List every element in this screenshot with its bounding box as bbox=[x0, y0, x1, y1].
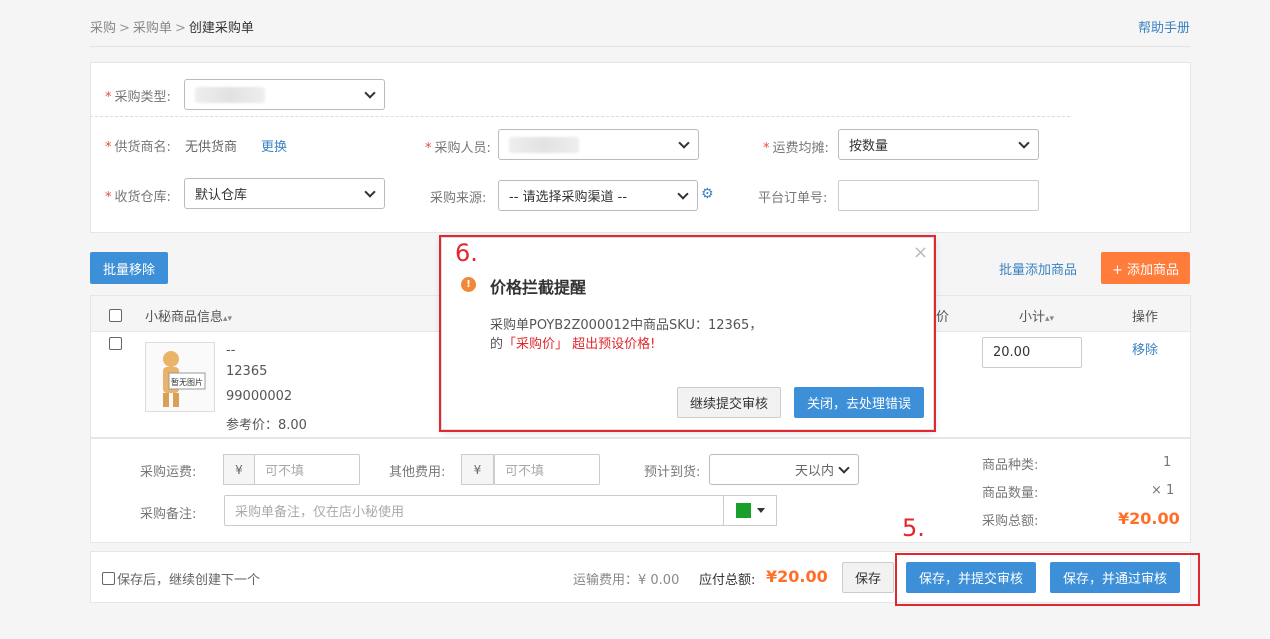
flag-color-picker[interactable] bbox=[723, 495, 777, 526]
batch-add-products-link[interactable]: 批量添加商品 bbox=[999, 259, 1077, 278]
shipping-fee-input[interactable]: 可不填 bbox=[254, 454, 360, 485]
freight-split-label: * 运费均摊: bbox=[763, 141, 829, 156]
remark-input[interactable]: 采购单备注，仅在店小秘使用 bbox=[224, 495, 724, 526]
warehouse-label: * 收货仓库: bbox=[105, 190, 171, 205]
kinds-label: 商品种类: bbox=[982, 458, 1039, 473]
continue-create-checkbox[interactable] bbox=[102, 572, 115, 585]
breadcrumb-separator: > bbox=[174, 21, 186, 36]
eta-label: 预计到货: bbox=[644, 465, 701, 480]
source-select[interactable]: -- 请选择采购渠道 -- bbox=[498, 180, 698, 211]
source-label: 采购来源: bbox=[430, 191, 487, 206]
eta-select[interactable]: 天以内 bbox=[709, 454, 859, 485]
gear-icon[interactable]: ⚙ bbox=[701, 186, 714, 202]
annotation-box-6 bbox=[439, 235, 936, 432]
annotation-box-5 bbox=[895, 553, 1200, 606]
breadcrumb-item-purchase[interactable]: 采购 bbox=[90, 21, 116, 36]
purchase-type-label: * 采购类型: bbox=[105, 90, 171, 105]
breadcrumb: 采购 > 采购单 > 创建采购单 bbox=[90, 17, 254, 36]
total-label: 采购总额: bbox=[982, 514, 1039, 529]
freight-split-select[interactable]: 按数量 bbox=[838, 129, 1039, 160]
payable-value: ¥20.00 bbox=[766, 567, 828, 586]
purchase-type-select[interactable] bbox=[184, 79, 385, 110]
currency-addon: ¥ bbox=[461, 454, 494, 485]
sort-icon: ▴▾ bbox=[223, 314, 233, 324]
product-code: 99000002 bbox=[226, 389, 293, 404]
redacted-value bbox=[509, 136, 579, 153]
currency-addon: ¥ bbox=[223, 454, 255, 485]
product-name: -- bbox=[226, 343, 236, 358]
total-value: ¥20.00 bbox=[1118, 509, 1180, 528]
breadcrumb-current: 创建采购单 bbox=[188, 21, 254, 36]
header-divider bbox=[90, 46, 1190, 47]
no-image-icon: 暂无图片 bbox=[163, 351, 206, 407]
column-subtotal[interactable]: 小计▴▾ bbox=[1019, 306, 1054, 325]
flag-color-swatch bbox=[735, 503, 751, 518]
remark-label: 采购备注: bbox=[140, 507, 197, 522]
breadcrumb-separator: > bbox=[119, 21, 130, 36]
buyer-select[interactable] bbox=[498, 129, 699, 160]
add-product-button[interactable]: + 添加商品 bbox=[1101, 252, 1190, 284]
chevron-down-icon bbox=[364, 185, 376, 198]
help-manual-link[interactable]: 帮助手册 bbox=[1138, 17, 1190, 36]
chevron-down-icon bbox=[364, 86, 376, 99]
no-image-text: 暂无图片 bbox=[171, 377, 203, 387]
chevron-down-icon bbox=[838, 461, 850, 474]
form-divider bbox=[90, 116, 1070, 117]
platform-order-input[interactable] bbox=[838, 180, 1039, 211]
row-checkbox[interactable] bbox=[109, 337, 122, 350]
quantity-label: 商品数量: bbox=[982, 486, 1039, 501]
platform-order-label: 平台订单号: bbox=[758, 191, 828, 206]
product-sku: 12365 bbox=[226, 364, 268, 379]
shipping-cost-text: 运输费用：¥ 0.00 bbox=[573, 573, 680, 588]
shipping-fee-label: 采购运费: bbox=[140, 465, 197, 480]
column-product-info[interactable]: 小秘商品信息▴▾ bbox=[145, 306, 232, 325]
buyer-label: * 采购人员: bbox=[425, 141, 491, 156]
column-operations: 操作 bbox=[1132, 310, 1159, 325]
batch-remove-button[interactable]: 批量移除 bbox=[90, 252, 168, 284]
no-image-placeholder: 暂无图片 bbox=[145, 342, 215, 412]
select-all-checkbox[interactable] bbox=[109, 309, 122, 322]
annotation-number-5: 5. bbox=[902, 514, 925, 542]
change-supplier-link[interactable]: 更换 bbox=[261, 136, 287, 155]
quantity-value: × 1 bbox=[1151, 483, 1175, 498]
kinds-value: 1 bbox=[1163, 455, 1172, 470]
remove-row-link[interactable]: 移除 bbox=[1132, 339, 1158, 358]
reference-price: 参考价：8.00 bbox=[226, 418, 307, 433]
warehouse-select[interactable]: 默认仓库 bbox=[184, 178, 385, 209]
save-button[interactable]: 保存 bbox=[842, 562, 894, 593]
other-fee-label: 其他费用: bbox=[389, 465, 446, 480]
redacted-value bbox=[195, 86, 265, 103]
continue-create-toggle[interactable]: 保存后，继续创建下一个 bbox=[102, 569, 260, 588]
payable-label: 应付总额: bbox=[699, 573, 756, 588]
supplier-value: 无供货商 bbox=[185, 140, 238, 155]
column-price: 价 bbox=[936, 310, 950, 325]
subtotal-input[interactable]: 20.00 bbox=[982, 337, 1082, 368]
other-fee-input[interactable]: 可不填 bbox=[494, 454, 600, 485]
sort-icon: ▴▾ bbox=[1045, 314, 1055, 324]
chevron-down-icon bbox=[1018, 136, 1030, 149]
breadcrumb-item-purchase-order[interactable]: 采购单 bbox=[133, 21, 172, 36]
supplier-label: * 供货商名: bbox=[105, 140, 171, 155]
chevron-down-icon bbox=[677, 187, 689, 200]
annotation-number-6: 6. bbox=[455, 239, 478, 267]
chevron-down-icon bbox=[678, 136, 690, 149]
caret-down-icon bbox=[756, 508, 765, 513]
